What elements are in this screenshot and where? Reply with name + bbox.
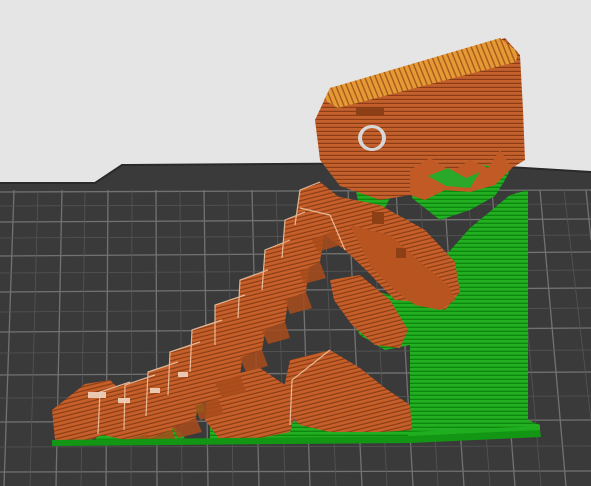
3d-viewport[interactable] (0, 0, 591, 486)
